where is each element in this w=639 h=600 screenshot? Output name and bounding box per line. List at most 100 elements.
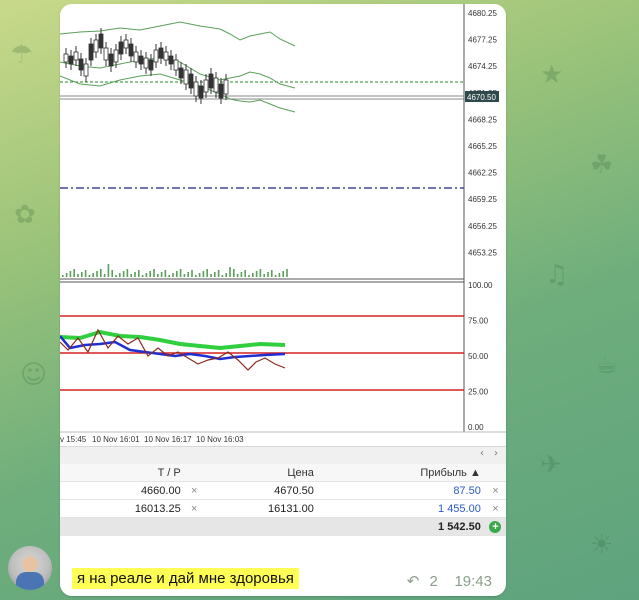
volume-bar <box>221 275 224 277</box>
candle-body <box>103 47 109 61</box>
row-tp: 4660.00 <box>60 481 185 500</box>
oscillator-tick-label: 25.00 <box>468 388 489 397</box>
row-tp: 16013.25 <box>60 499 185 518</box>
volume-bar <box>202 271 205 277</box>
add-icon[interactable]: + <box>489 520 502 533</box>
table-row[interactable]: 16013.25 × 16131.00 1 455.00 × <box>60 499 506 518</box>
price-axis-labels: 4680.254677.254674.254671.254668.254665.… <box>468 9 497 257</box>
table-row[interactable]: 4660.00 × 4670.50 87.50 × <box>60 481 506 500</box>
volume-bar <box>69 271 72 277</box>
avatar[interactable] <box>8 546 52 590</box>
volume-bars <box>62 264 288 277</box>
volume-bar <box>145 273 148 277</box>
volume-bar <box>77 274 79 277</box>
volume-bar <box>65 273 68 277</box>
price-tick-label: 4677.25 <box>468 36 497 45</box>
candle-body <box>118 41 124 55</box>
candle-body <box>188 73 194 89</box>
candle-body <box>133 51 139 63</box>
candle-body <box>63 53 69 63</box>
candle-body <box>173 59 179 71</box>
volume-bar <box>126 269 129 277</box>
volume-bar <box>130 274 132 277</box>
volume-bar <box>210 274 212 277</box>
header-tp: T / P <box>60 464 185 482</box>
header-profit: Прибыль ▲ <box>317 464 485 482</box>
candle-body <box>108 53 114 67</box>
candle-body <box>208 73 214 89</box>
candle-body <box>138 55 144 65</box>
close-icon[interactable]: × <box>184 481 204 500</box>
volume-bar <box>286 269 288 277</box>
table-header-row: T / P Цена Прибыль ▲ <box>60 464 506 482</box>
volume-bar <box>236 274 239 277</box>
volume-bar <box>282 271 284 277</box>
candle-body <box>98 33 104 49</box>
total-row: 1 542.50 + <box>60 517 506 536</box>
oscillator-brown <box>60 328 286 371</box>
row-price: 16131.00 <box>203 499 318 518</box>
oscillator-tick-label: 0.00 <box>468 423 484 432</box>
volume-bar <box>160 272 163 277</box>
scroll-left-arrow[interactable]: ‹ <box>480 448 484 459</box>
volume-bar <box>164 270 167 277</box>
forward-count: 2 <box>429 573 438 590</box>
volume-bar <box>183 274 186 277</box>
candle-body <box>218 83 224 99</box>
volume-bar <box>141 275 144 277</box>
volume-bar <box>122 271 125 277</box>
volume-bar <box>244 270 246 277</box>
doodle-icon: ♫ <box>545 260 569 290</box>
candle-body <box>128 43 134 57</box>
volume-bar <box>195 275 197 277</box>
candle-body <box>163 51 169 61</box>
time-tick-label: v 15:45 <box>60 435 87 444</box>
price-tick-label: 4662.25 <box>468 169 497 178</box>
candle-body <box>223 79 229 95</box>
candle-body <box>193 81 199 97</box>
candle-body <box>113 49 119 63</box>
time-tick-label: 10 Nov 16:01 <box>92 435 140 444</box>
candle-body <box>178 67 184 79</box>
chart-scrollbar[interactable]: ‹ › <box>60 446 506 465</box>
volume-bar <box>252 273 254 277</box>
volume-bar <box>214 272 216 277</box>
volume-bar <box>240 272 243 277</box>
chart-screenshot: 4680.254677.254674.254671.254668.254665.… <box>60 4 506 446</box>
price-tick-label: 4665.25 <box>468 142 497 151</box>
candle-body <box>198 85 204 99</box>
price-tick-label: 4659.25 <box>468 195 497 204</box>
volume-bar <box>96 271 98 277</box>
volume-bar <box>248 275 250 277</box>
close-icon[interactable]: × <box>184 499 204 518</box>
candle-body <box>203 79 209 93</box>
candles <box>63 28 229 104</box>
price-tick-label: 4656.25 <box>468 222 497 231</box>
volume-bar <box>233 269 235 277</box>
doodle-icon: ✈ <box>540 450 562 480</box>
volume-bar <box>168 275 170 277</box>
positions-table: T / P Цена Прибыль ▲ 4660.00 × 4670.50 8… <box>60 464 506 536</box>
volume-bar <box>153 269 155 277</box>
volume-bar <box>62 275 64 277</box>
reply-arrow-icon[interactable]: ↶ <box>407 572 420 590</box>
volume-bar <box>84 270 87 277</box>
volume-bar <box>267 272 269 277</box>
doodle-icon: ☕ <box>595 350 619 380</box>
doodle-icon: ☺ <box>20 360 48 390</box>
volume-bar <box>107 264 110 277</box>
doodle-icon: ✿ <box>14 200 36 230</box>
doodle-icon: ☘ <box>590 150 614 180</box>
message-bubble[interactable]: 4680.254677.254674.254671.254668.254665.… <box>60 4 506 596</box>
time-tick-label: 10 Nov 16:03 <box>196 435 244 444</box>
volume-bar <box>263 274 265 277</box>
scroll-right-arrow[interactable]: › <box>494 448 498 459</box>
candle-body <box>148 59 154 71</box>
volume-bar <box>149 271 151 277</box>
close-icon[interactable]: × <box>484 481 506 500</box>
volume-bar <box>73 269 75 277</box>
row-profit: 1 455.00 <box>317 499 485 518</box>
close-icon[interactable]: × <box>484 499 506 518</box>
price-tick-label: 4674.25 <box>468 62 497 71</box>
volume-bar <box>271 270 273 277</box>
